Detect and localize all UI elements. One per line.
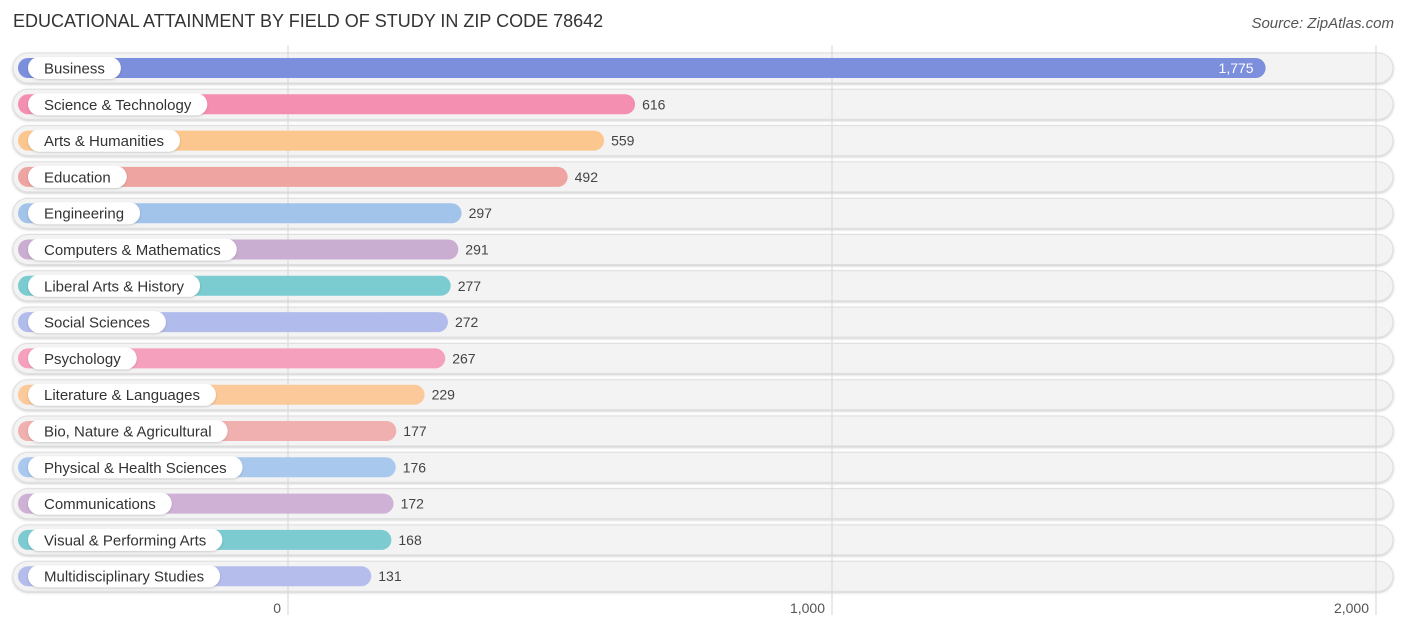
category-label: Science & Technology (44, 97, 192, 114)
value-label: 131 (378, 568, 402, 584)
x-tick-label: 1,000 (790, 600, 825, 616)
bar-group: Communications 172 (18, 492, 425, 515)
value-label: 616 (642, 96, 666, 112)
bar-group: Business 1,775 (18, 57, 1266, 79)
category-label: Visual & Performing Arts (44, 532, 206, 549)
value-label: 272 (455, 314, 479, 330)
category-label: Arts & Humanities (44, 133, 164, 150)
bar-group: Science & Technology 616 (18, 93, 666, 116)
category-label: Education (44, 169, 111, 186)
category-label: Engineering (44, 206, 124, 223)
value-label: 297 (469, 205, 493, 221)
category-label: Liberal Arts & History (44, 278, 185, 295)
value-label: 177 (403, 423, 427, 439)
bar-group: Social Sciences 272 (18, 311, 479, 334)
category-label: Multidisciplinary Studies (44, 569, 204, 586)
category-label: Literature & Languages (44, 387, 200, 404)
value-label: 172 (401, 496, 425, 512)
bar-group: Liberal Arts & History 277 (18, 274, 482, 297)
bar-group: Education 492 (18, 165, 599, 188)
value-label: 291 (465, 242, 489, 258)
category-label: Communications (44, 496, 156, 513)
x-tick-label: 0 (273, 600, 281, 616)
bar-group: Literature & Languages 229 (18, 383, 456, 406)
bar-group: Visual & Performing Arts 168 (18, 528, 422, 551)
bar-group: Engineering 297 (18, 202, 493, 225)
category-label: Psychology (44, 351, 121, 368)
bar-chart: Business 1,775 Science & Technology 616 Arts… (12, 45, 1394, 616)
bar-group: Physical & Health Sciences 176 (18, 456, 427, 479)
value-label: 176 (403, 459, 427, 475)
category-label: Computers & Mathematics (44, 242, 221, 259)
category-label: Social Sciences (44, 315, 150, 332)
value-label: 267 (452, 350, 476, 366)
category-label: Physical & Health Sciences (44, 460, 227, 477)
bar (18, 58, 1266, 78)
bar-group: Multidisciplinary Studies 131 (18, 565, 402, 588)
x-tick-label: 2,000 (1334, 600, 1369, 616)
value-label: 1,775 (1219, 60, 1254, 76)
bar-group: Arts & Humanities 559 (18, 129, 635, 152)
value-label: 559 (611, 133, 635, 149)
value-label: 277 (458, 278, 482, 294)
bar-group: Computers & Mathematics 291 (18, 238, 489, 261)
category-label: Business (44, 61, 105, 78)
value-label: 229 (432, 387, 456, 403)
category-label: Bio, Nature & Agricultural (44, 424, 212, 441)
bar-group: Bio, Nature & Agricultural 177 (18, 420, 427, 442)
bar-group: Psychology 267 (18, 347, 476, 370)
value-label: 168 (398, 532, 422, 548)
value-label: 492 (575, 169, 599, 185)
